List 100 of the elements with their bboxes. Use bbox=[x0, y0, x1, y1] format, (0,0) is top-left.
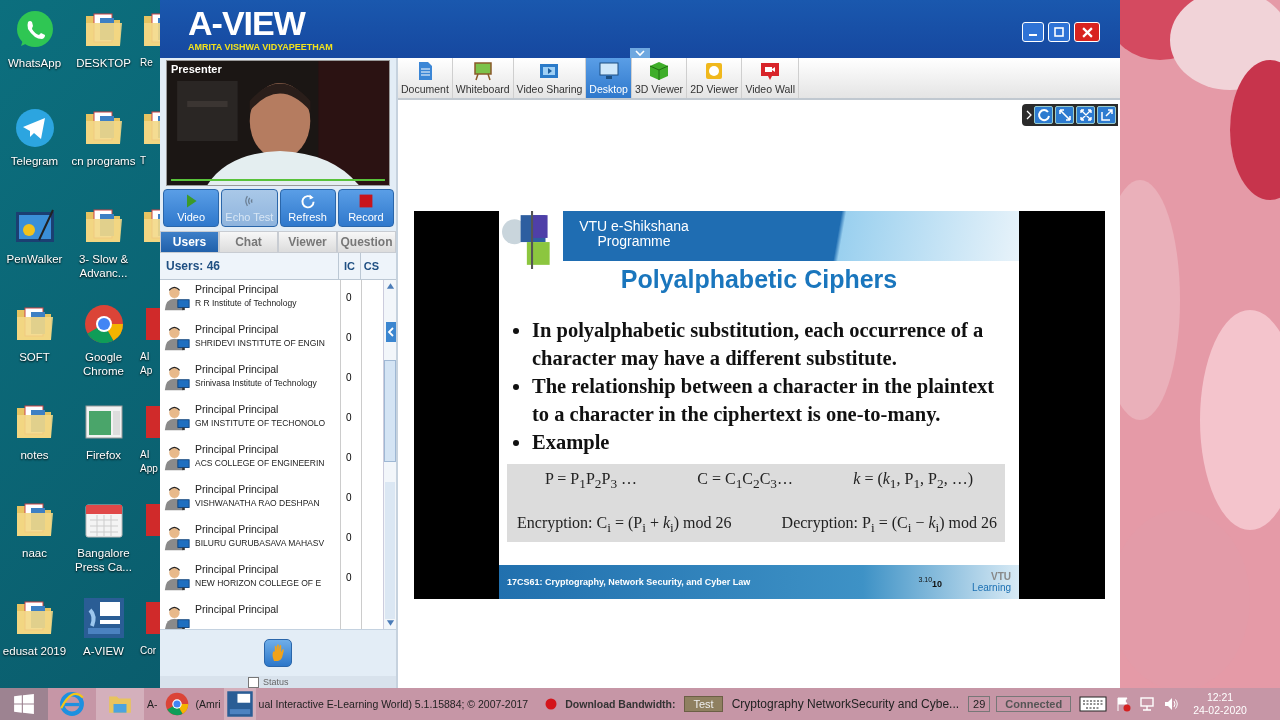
desktop-icon-label: WhatsApp bbox=[7, 56, 62, 70]
chrome-icon bbox=[163, 691, 190, 717]
brand-text: VTU bbox=[991, 571, 1011, 582]
desktop-icon-label: cn programs bbox=[71, 154, 136, 168]
user-computer-icon bbox=[164, 285, 190, 311]
desktop-icon-label: Re bbox=[140, 56, 153, 70]
ic-cell: 0 bbox=[346, 532, 352, 543]
desktop-icon-label: AI App bbox=[140, 448, 159, 476]
desktop-icon-label: A-VIEW bbox=[83, 644, 124, 658]
panel-tab[interactable]: Chat bbox=[219, 231, 278, 253]
close-button[interactable] bbox=[1074, 22, 1100, 42]
app-icon[interactable] bbox=[81, 596, 126, 640]
cube-icon bbox=[649, 61, 669, 81]
panel-tab[interactable]: Question bbox=[337, 231, 396, 253]
network-icon[interactable] bbox=[1139, 696, 1156, 712]
user-computer-icon bbox=[164, 325, 190, 351]
popout-button[interactable] bbox=[1097, 106, 1116, 124]
close-icon bbox=[1081, 26, 1093, 38]
user-institute: VISHWANATHA RAO DESHPAN bbox=[195, 498, 321, 508]
user-computer-icon bbox=[164, 445, 190, 471]
status-text: A- bbox=[147, 698, 158, 710]
user-row[interactable]: Principal Principal SHRIDEVI INSTITUTE OF ENGIN 0 bbox=[160, 320, 383, 360]
keyboard-icon[interactable] bbox=[1079, 696, 1108, 712]
raise-hand-button[interactable] bbox=[264, 639, 292, 667]
presenter-label: Presenter bbox=[171, 63, 222, 75]
column-header: IC bbox=[338, 253, 360, 279]
fit-view-button[interactable] bbox=[1055, 106, 1074, 124]
desktop-icon-label: 3- Slow & Advanc... bbox=[77, 252, 130, 280]
status-dot-icon bbox=[545, 698, 558, 710]
user-name: Principal Principal bbox=[195, 283, 280, 295]
user-row[interactable]: Principal Principal Srinivasa Institute of Technology 0 bbox=[160, 360, 383, 400]
test-button[interactable]: Test bbox=[684, 696, 723, 712]
resize-icon bbox=[1057, 108, 1072, 122]
chevron-icon[interactable] bbox=[1026, 110, 1032, 120]
tool-tab[interactable]: Video Wall bbox=[742, 58, 799, 98]
refresh-button[interactable]: Refresh bbox=[279, 189, 336, 227]
browser-icon bbox=[59, 691, 85, 717]
user-name: Principal Principal bbox=[195, 323, 280, 335]
maximize-button[interactable] bbox=[1048, 22, 1070, 42]
refresh-view-button[interactable] bbox=[1034, 106, 1053, 124]
collapse-panel-icon[interactable] bbox=[386, 322, 396, 342]
panel-tab[interactable]: Users bbox=[160, 231, 219, 253]
scroll-up-icon[interactable] bbox=[385, 282, 395, 290]
user-institute: SHRIDEVI INSTITUTE OF ENGIN bbox=[195, 338, 326, 348]
desktop-icon-label: Cor bbox=[140, 644, 157, 658]
user-row[interactable]: Principal Principal R R Institute of Technology 0 bbox=[160, 280, 383, 320]
user-name: Principal Principal bbox=[195, 563, 280, 575]
desktop-icon-label: naac bbox=[22, 546, 47, 560]
desktop-icon-label: Telegram bbox=[10, 154, 59, 168]
start-button[interactable] bbox=[0, 688, 48, 720]
desktop-icon-label: AI Ap bbox=[140, 350, 154, 378]
formula: k = (k$_{1}$, P$_{1}$, P$_{2}$, …) bbox=[853, 470, 973, 493]
ic-cell: 0 bbox=[346, 372, 352, 383]
bandwidth-label: Download Bandwidth: bbox=[565, 698, 676, 710]
user-row[interactable]: Principal Principal VISHWANATHA RAO DESHPAN 0 bbox=[160, 480, 383, 520]
scrollbar[interactable] bbox=[383, 280, 396, 629]
status-text: ual Interactive E-Learning World) 5.1.15884; © 2007-2017 bbox=[258, 698, 529, 710]
desktop-icon-label: Google Chrome bbox=[82, 350, 125, 378]
tool-tab[interactable]: Desktop bbox=[586, 58, 632, 98]
speaker-icon[interactable] bbox=[1163, 696, 1180, 712]
user-computer-icon bbox=[164, 485, 190, 511]
banner-text: VTU e-Shikshana Programme bbox=[578, 219, 690, 249]
status-checkbox[interactable] bbox=[248, 676, 259, 688]
panel-tab[interactable]: Viewer bbox=[278, 231, 337, 253]
refresh-icon bbox=[299, 193, 316, 209]
easel-icon bbox=[472, 61, 493, 81]
video-button[interactable]: Video bbox=[163, 189, 220, 227]
brand-text: Learning bbox=[972, 582, 1011, 593]
app-taskbar-icon[interactable] bbox=[223, 688, 256, 720]
bullet-text: In polyalphabetic substitution, each occurrence of a character may have a different substitute. bbox=[532, 318, 985, 372]
user-row[interactable]: Principal Principal BILURU GURUBASAVA MAHASV 0 bbox=[160, 520, 383, 560]
scroll-thumb[interactable] bbox=[384, 360, 396, 462]
square-icon bbox=[704, 61, 725, 81]
user-name: Principal Principal bbox=[195, 443, 280, 455]
column-header: CS bbox=[360, 253, 382, 279]
session-title: Cryptography NetworkSecurity and Cybe... bbox=[731, 697, 960, 711]
desktop-icon-label: PenWalker bbox=[6, 252, 63, 266]
fullscreen-icon bbox=[1078, 108, 1093, 122]
desktop-icon-label: DESKTOP bbox=[76, 56, 131, 70]
monitor-icon bbox=[598, 61, 619, 81]
user-row[interactable]: Principal Principal ACS COLLEGE OF ENGINEERIN 0 bbox=[160, 440, 383, 480]
user-row[interactable]: Principal Principal NEW HORIZON COLLEGE OF E 0 bbox=[160, 560, 383, 600]
user-name: Principal Principal bbox=[195, 603, 280, 615]
tool-tab[interactable]: Document bbox=[398, 58, 453, 98]
fullscreen-button[interactable] bbox=[1076, 106, 1095, 124]
tool-tab[interactable]: Whiteboard bbox=[452, 58, 514, 98]
users-count: Users: 46 bbox=[165, 259, 222, 273]
desktop-icon-label: Firefox bbox=[85, 448, 122, 462]
collapse-tab-icon[interactable] bbox=[630, 48, 650, 58]
flag-icon[interactable] bbox=[1115, 696, 1132, 712]
windows-icon bbox=[13, 693, 35, 715]
tool-tab[interactable]: 3D Viewer bbox=[631, 58, 688, 98]
user-institute: R R Institute of Technology bbox=[195, 298, 298, 308]
tool-tab[interactable]: 2D Viewer bbox=[687, 58, 743, 98]
app-subtitle: AMRITA VISHWA VIDYAPEETHAM bbox=[188, 42, 333, 52]
minimize-button[interactable] bbox=[1022, 22, 1044, 42]
ic-cell: 0 bbox=[346, 572, 352, 583]
record-button[interactable]: Record bbox=[337, 189, 394, 227]
app-icon bbox=[225, 690, 254, 718]
user-row[interactable]: Principal Principal GM INSTITUTE OF TECHONOLO 0 bbox=[160, 400, 383, 440]
